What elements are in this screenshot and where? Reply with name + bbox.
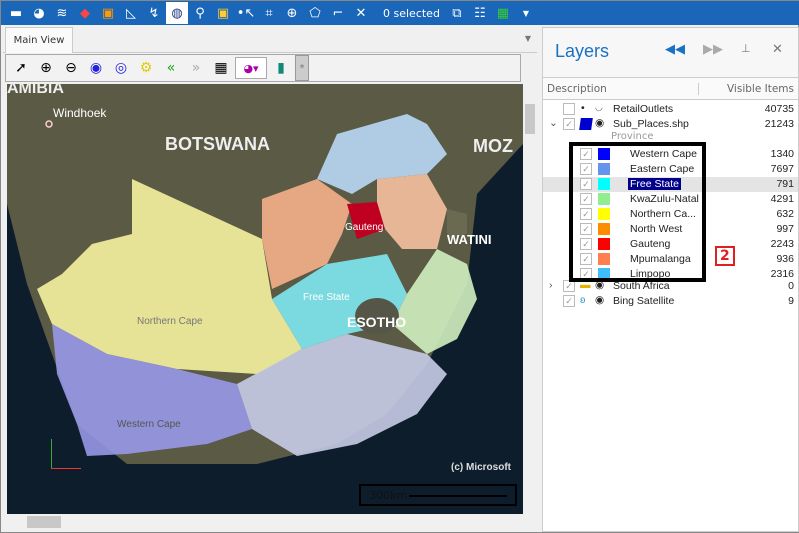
close-panel-icon[interactable]: ✕ bbox=[772, 42, 783, 57]
theme-dropdown-icon[interactable]: ◕▾ bbox=[235, 57, 267, 79]
layer-tree: Description Visible Items • ◡ RetailOutl… bbox=[543, 77, 798, 531]
pointer-icon[interactable]: ➚ bbox=[10, 57, 32, 79]
forward-icon[interactable]: » bbox=[185, 57, 207, 79]
dropdown-icon[interactable]: ▼ bbox=[515, 2, 537, 24]
eye-icon[interactable]: ◉ bbox=[595, 294, 604, 306]
layer-count: 0 bbox=[788, 280, 794, 292]
province-count: 4291 bbox=[770, 193, 794, 205]
axis-indicator bbox=[51, 439, 81, 469]
folder-icon[interactable]: ▬ bbox=[5, 2, 27, 24]
scale-label: 300km bbox=[369, 489, 408, 502]
pin-icon[interactable]: ⚲ bbox=[189, 2, 211, 24]
scale-bar: 300km bbox=[359, 484, 517, 506]
measure-icon[interactable]: ◺ bbox=[120, 2, 142, 24]
label-northern-cape: Northern Cape bbox=[137, 316, 203, 327]
grid-icon[interactable]: ▦ bbox=[210, 57, 232, 79]
label-eswatini: WATINI bbox=[447, 232, 492, 247]
point-icon: • bbox=[581, 102, 585, 114]
select-rect-icon[interactable]: ⌗ bbox=[258, 2, 280, 24]
google-maps-icon[interactable]: ◆ bbox=[74, 2, 96, 24]
label-free-state: Free State bbox=[303, 292, 350, 303]
zoom-out-icon[interactable]: ⊖ bbox=[60, 57, 82, 79]
layer-checkbox[interactable]: ✓ bbox=[563, 295, 575, 307]
province-count: 2243 bbox=[770, 238, 794, 250]
select-line-icon[interactable]: ⌐ bbox=[327, 2, 349, 24]
main-toolbar: ▬ ◕ ≋ ◆ ▣ ◺ ↯ ◍ ⚲ ▣ •↖ ⌗ ⊕ ⬠ ⌐ ✕ 0 selec… bbox=[1, 1, 799, 25]
bookmark-icon[interactable]: ▮ bbox=[270, 57, 292, 79]
frame-icon[interactable]: ▣ bbox=[212, 2, 234, 24]
layer-checkbox[interactable] bbox=[563, 103, 575, 115]
eye-closed-icon[interactable]: ◡ bbox=[595, 102, 603, 113]
globe-zoom-icon[interactable]: ◎ bbox=[110, 57, 132, 79]
layer-name: Bing Satellite bbox=[613, 295, 675, 307]
toolbar-overflow[interactable]: * bbox=[295, 55, 309, 81]
pin-panel-icon[interactable]: ⊥ bbox=[741, 42, 751, 55]
expand-right-icon[interactable]: ▶▶ bbox=[703, 42, 723, 57]
layers-icon[interactable]: ≋ bbox=[51, 2, 73, 24]
coordinate-icon[interactable]: ↯ bbox=[143, 2, 165, 24]
tab-bar: Main View ▼ bbox=[3, 27, 537, 53]
layer-row-sub-places[interactable]: ⌄ ✓ ◉ Sub_Places.shp 21243 bbox=[543, 117, 798, 132]
province-count: 997 bbox=[776, 223, 794, 235]
label-botswana: BOTSWANA bbox=[165, 134, 270, 154]
label-western-cape: Western Cape bbox=[117, 419, 181, 430]
layer-count: 21243 bbox=[764, 118, 794, 130]
province-count: 632 bbox=[776, 208, 794, 220]
bing-icon[interactable]: ▣ bbox=[97, 2, 119, 24]
column-description[interactable]: Description bbox=[547, 83, 607, 95]
layer-name: Sub_Places.shp bbox=[613, 118, 689, 130]
province-count: 1340 bbox=[770, 148, 794, 160]
clear-selection-icon[interactable]: ✕ bbox=[350, 2, 372, 24]
globe-icon[interactable]: ◍ bbox=[166, 2, 188, 24]
excel-export-icon[interactable]: ▦ bbox=[492, 2, 514, 24]
map-view[interactable]: AMIBIA Windhoek BOTSWANA MOZ Gauteng WAT… bbox=[7, 84, 523, 514]
label-mozambique: MOZ bbox=[473, 136, 513, 156]
map-vertical-scrollbar[interactable] bbox=[523, 84, 537, 514]
tab-menu-icon[interactable]: ▼ bbox=[525, 34, 531, 43]
map-horizontal-scrollbar[interactable] bbox=[7, 514, 537, 530]
back-icon[interactable]: « bbox=[160, 57, 182, 79]
layer-row-bing-satellite[interactable]: ✓ ʚ ◉ Bing Satellite 9 bbox=[543, 294, 798, 309]
selection-count: 0 selected bbox=[383, 6, 440, 20]
table-icon[interactable]: ☷ bbox=[469, 2, 491, 24]
map-copyright: (c) Microsoft bbox=[451, 462, 511, 473]
palette-icon[interactable]: ◕ bbox=[28, 2, 50, 24]
select-polygon-icon[interactable]: ⬠ bbox=[304, 2, 326, 24]
layer-count: 9 bbox=[788, 295, 794, 307]
map-toolbar: ➚ ⊕ ⊖ ◉ ◎ ⚙ « » ▦ ◕▾ ▮ * bbox=[5, 54, 521, 82]
layers-title: Layers bbox=[555, 41, 610, 61]
label-lesotho: ESOTHO bbox=[347, 314, 407, 330]
annotation-badge: 2 bbox=[715, 246, 735, 266]
settings-icon[interactable]: ⚙ bbox=[135, 57, 157, 79]
layer-row-retail-outlets[interactable]: • ◡ RetailOutlets 40735 bbox=[543, 102, 798, 117]
tree-header: Description Visible Items bbox=[543, 78, 798, 100]
label-gauteng: Gauteng bbox=[345, 222, 384, 233]
layer-checkbox[interactable]: ✓ bbox=[563, 118, 575, 130]
zoom-in-icon[interactable]: ⊕ bbox=[35, 57, 57, 79]
theme-field-label: Province bbox=[611, 131, 654, 142]
highlight-box bbox=[569, 142, 706, 282]
collapse-icon[interactable]: ⌄ bbox=[549, 117, 558, 129]
tab-main-view[interactable]: Main View bbox=[5, 27, 73, 53]
bing-icon: ʚ bbox=[580, 294, 586, 306]
collapse-left-icon[interactable]: ◀◀ bbox=[665, 42, 685, 57]
zoom-selection-icon[interactable]: ⧉ bbox=[446, 2, 468, 24]
globe-full-extent-icon[interactable]: ◉ bbox=[85, 57, 107, 79]
layers-panel: Layers ◀◀ ▶▶ ⊥ ✕ Description Visible Ite… bbox=[542, 27, 799, 532]
label-namibia: AMIBIA bbox=[7, 84, 64, 97]
layer-name: RetailOutlets bbox=[613, 103, 674, 115]
province-count: 791 bbox=[776, 178, 794, 190]
select-point-icon[interactable]: •↖ bbox=[235, 2, 257, 24]
column-visible-items[interactable]: Visible Items bbox=[697, 83, 794, 95]
label-windhoek: Windhoek bbox=[53, 106, 107, 120]
polygon-layer-icon bbox=[579, 118, 593, 130]
layer-count: 40735 bbox=[764, 103, 794, 115]
scale-line bbox=[409, 495, 507, 497]
eye-icon[interactable]: ◉ bbox=[595, 117, 604, 129]
province-count: 936 bbox=[776, 253, 794, 265]
province-count: 7697 bbox=[770, 163, 794, 175]
expand-icon[interactable]: › bbox=[549, 279, 553, 291]
select-circle-icon[interactable]: ⊕ bbox=[281, 2, 303, 24]
